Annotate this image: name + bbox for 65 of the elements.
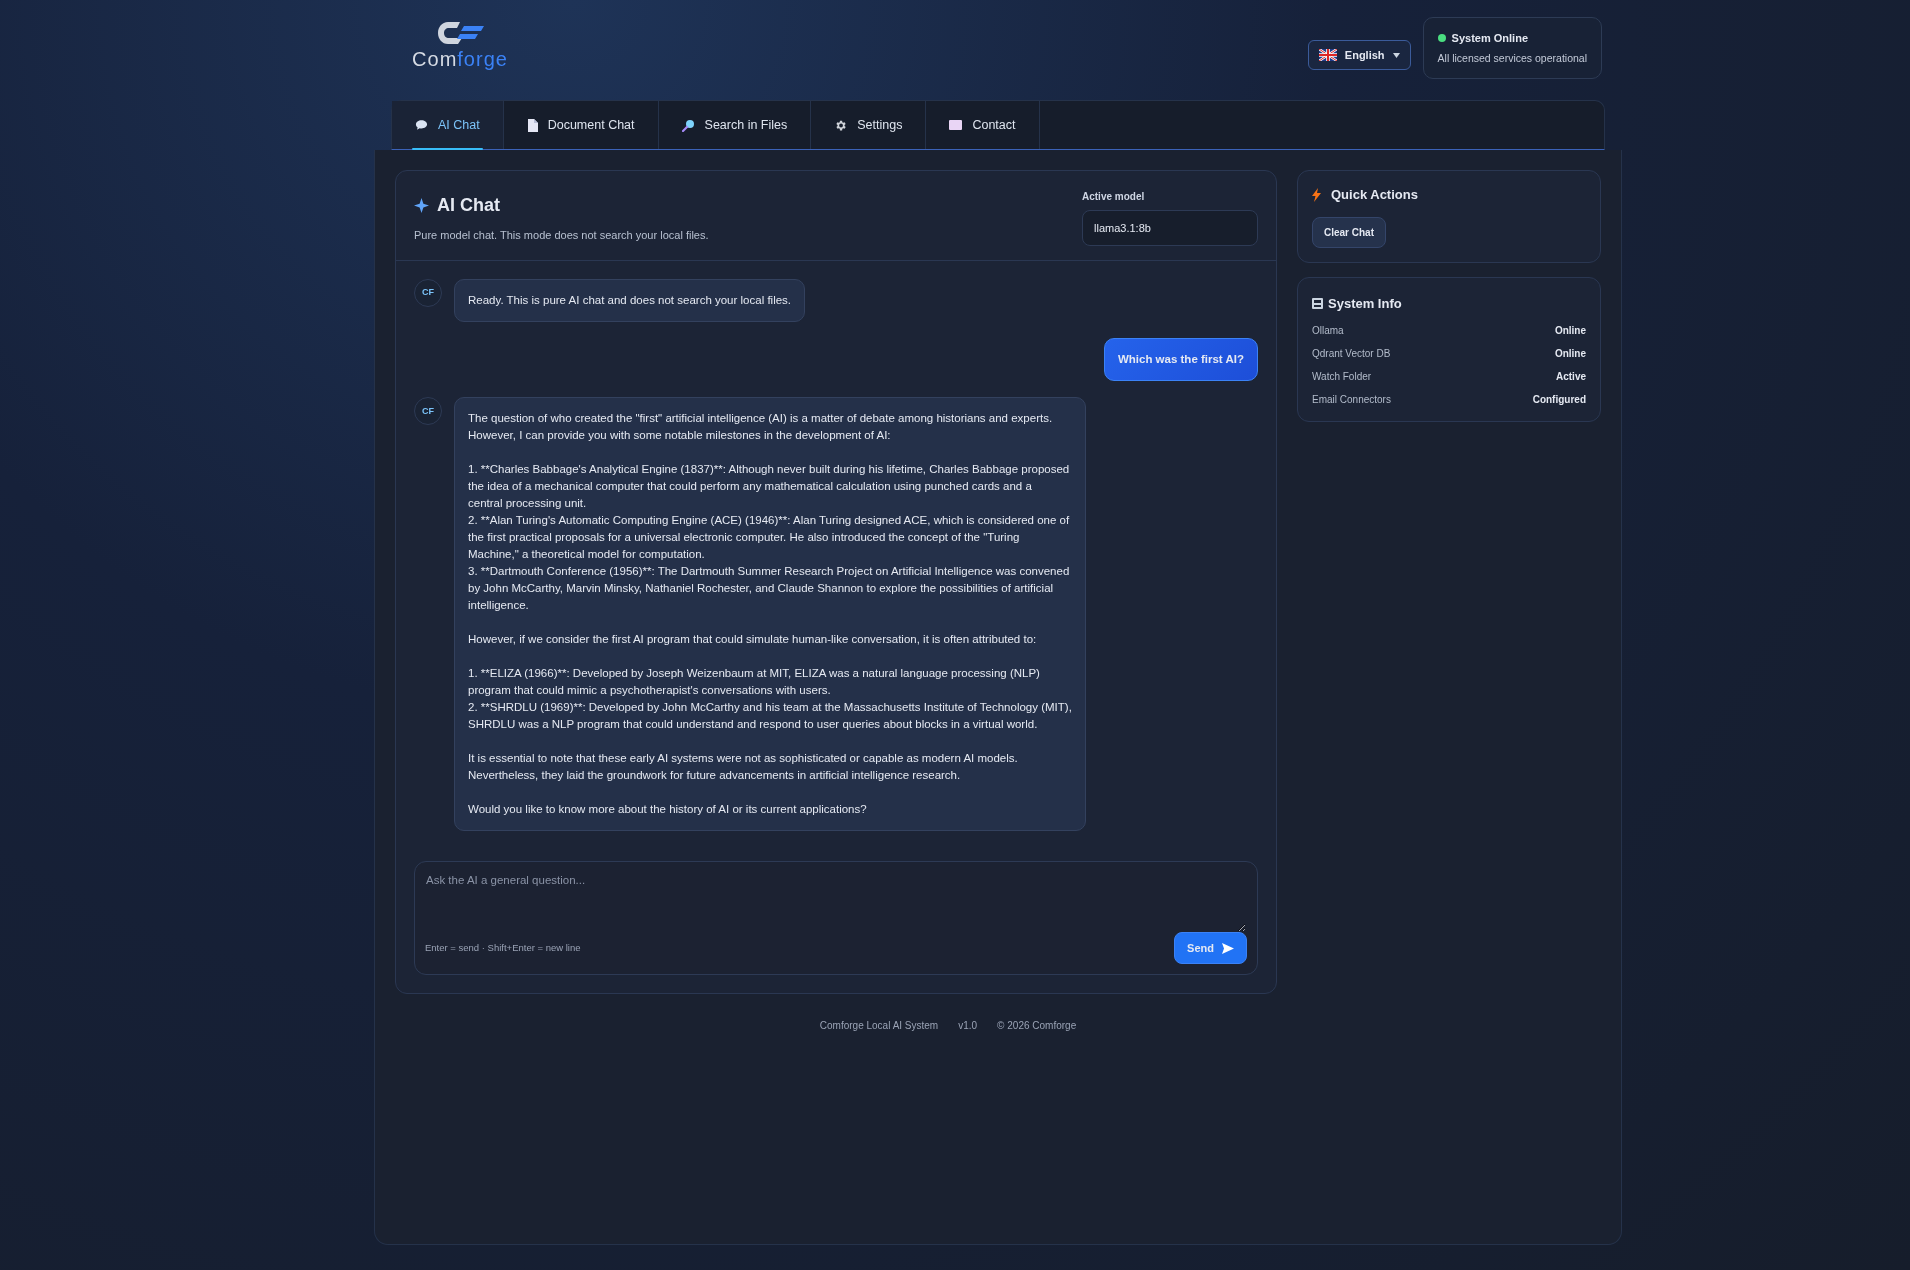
info-label: Watch Folder (1312, 370, 1372, 384)
footer-text: v1.0 (958, 1019, 978, 1034)
info-label: Ollama (1312, 324, 1344, 338)
message-text: 3. **Dartmouth Conference (1956)**: The Dartmouth Summer Research Project on Artificial Intelligence was convened (468, 564, 1071, 580)
nav-tab[interactable]: Document Chat (503, 101, 659, 149)
footer-text: © 2026 Comforge (997, 1019, 1077, 1034)
info-value: Configured (1532, 393, 1586, 407)
message-text: intelligence. (468, 598, 530, 614)
nav-tab[interactable]: Settings (811, 101, 927, 149)
message-text: However, if we consider the first AI program that could simulate human-like conversation, it is often attributed to: (468, 632, 1038, 648)
quick-actions-title: Quick Actions (1331, 186, 1418, 204)
message-text: It is essential to note that these early AI systems were not as sophisticated or capable as modern AI models. (468, 751, 1019, 767)
system-info-title: System Info (1328, 294, 1402, 313)
gear-icon (834, 118, 848, 132)
speech-bubble-icon (415, 119, 428, 131)
sparkle-icon (414, 198, 429, 213)
message-text: Which was the first AI? (1117, 352, 1244, 367)
keyboard-hint: Enter = send · Shift+Enter = new line (425, 941, 581, 956)
chat-subtitle: Pure model chat. This mode does not search your local files. (414, 228, 709, 243)
message-text: Ready. This is pure AI chat and does not search your local files. (468, 293, 792, 308)
message-text: program that could mimic a psychotherapist's conversations with users. (468, 683, 832, 699)
clear-chat-button[interactable]: Clear Chat (1312, 216, 1386, 248)
info-label: Email Connectors (1312, 393, 1391, 407)
message-text: Would you like to know more about the history of AI or its current applications? (468, 802, 868, 818)
message-text: 1. **Charles Babbage's Analytical Engine (1837)**: Although never built during his lifetime, Charles Babbage proposed (468, 462, 1071, 478)
info-value: Active (1556, 370, 1586, 384)
message-text: the idea of a mechanical computer that could perform any mathematical calculation using punched cards and a (468, 479, 1033, 495)
message-text: However, I can provide you with some notable milestones in the development of AI: (468, 428, 892, 444)
send-button[interactable]: Send (1174, 932, 1247, 965)
status-subtitle: All licensed services operational (1437, 50, 1587, 66)
message-text: Nevertheless, they laid the groundwork for future advancements in artificial intelligence research. (468, 768, 962, 784)
uk-flag-icon (1318, 49, 1337, 62)
envelope-icon (949, 120, 963, 130)
message-text: SHRDLU was a NLP program that could understand and respond to user queries about blocks in a virtual world. (468, 717, 1039, 733)
message-input[interactable]: Ask the AI a general question... (426, 872, 1246, 933)
nav-tab[interactable]: Contact (926, 101, 1040, 149)
message-text: by John McCarthy, Marvin Minsky, Nathaniel Rochester, and Claude Shannon to explore the possibilities of artificial (468, 581, 1055, 597)
info-value: Online (1554, 324, 1586, 338)
chat-title: AI Chat (437, 194, 500, 217)
nav-tab[interactable]: Search in Files (658, 101, 812, 149)
assistant-avatar: CF (414, 279, 442, 307)
message-composer[interactable]: Ask the AI a general question... Enter = send · Shift+Enter = new line Send (414, 861, 1258, 976)
info-value: Online (1554, 347, 1586, 361)
message-text: Machine," a theoretical model for computation. (468, 547, 706, 563)
magnifier-icon (681, 118, 695, 132)
info-label: Qdrant Vector DB (1312, 347, 1391, 361)
message-text: The question of who created the "first" artificial intelligence (AI) is a matter of debate among historians and experts. (468, 411, 1054, 427)
logo-wordmark: Comforge (412, 48, 508, 70)
message-text: the first practical proposals for a universal electronic computer. He also introduced the concept of the "Turing (468, 530, 1021, 546)
lightning-icon (1312, 187, 1321, 202)
active-tab-indicator (412, 148, 483, 150)
send-arrow-icon (1222, 942, 1234, 954)
footer-text: Comforge Local AI System (819, 1019, 939, 1034)
document-icon (526, 118, 538, 132)
message-text: 2. **Alan Turing's Automatic Computing Engine (ACE) (1946)**: Alan Turing designed ACE, which is considered one of (468, 513, 1071, 529)
assistant-avatar: CF (414, 397, 442, 426)
message-text: 2. **SHRDLU (1969)**: Developed by John McCarthy and his team at the Massachusetts Institute of Technology (MIT), (468, 700, 1072, 716)
caret-icon (1392, 52, 1400, 58)
message-text: 1. **ELIZA (1966)**: Developed by Joseph Weizenbaum at MIT, ELIZA was a natural language processing (NLP) (468, 666, 1041, 682)
message-text: central processing unit. (468, 496, 588, 512)
language-select[interactable]: English (1307, 40, 1411, 71)
status-title: System Online (1451, 31, 1528, 46)
model-label: Active model (1082, 190, 1146, 204)
nav-tab[interactable]: AI Chat (392, 101, 504, 149)
model-field[interactable]: llama3.1:8b (1082, 210, 1258, 246)
